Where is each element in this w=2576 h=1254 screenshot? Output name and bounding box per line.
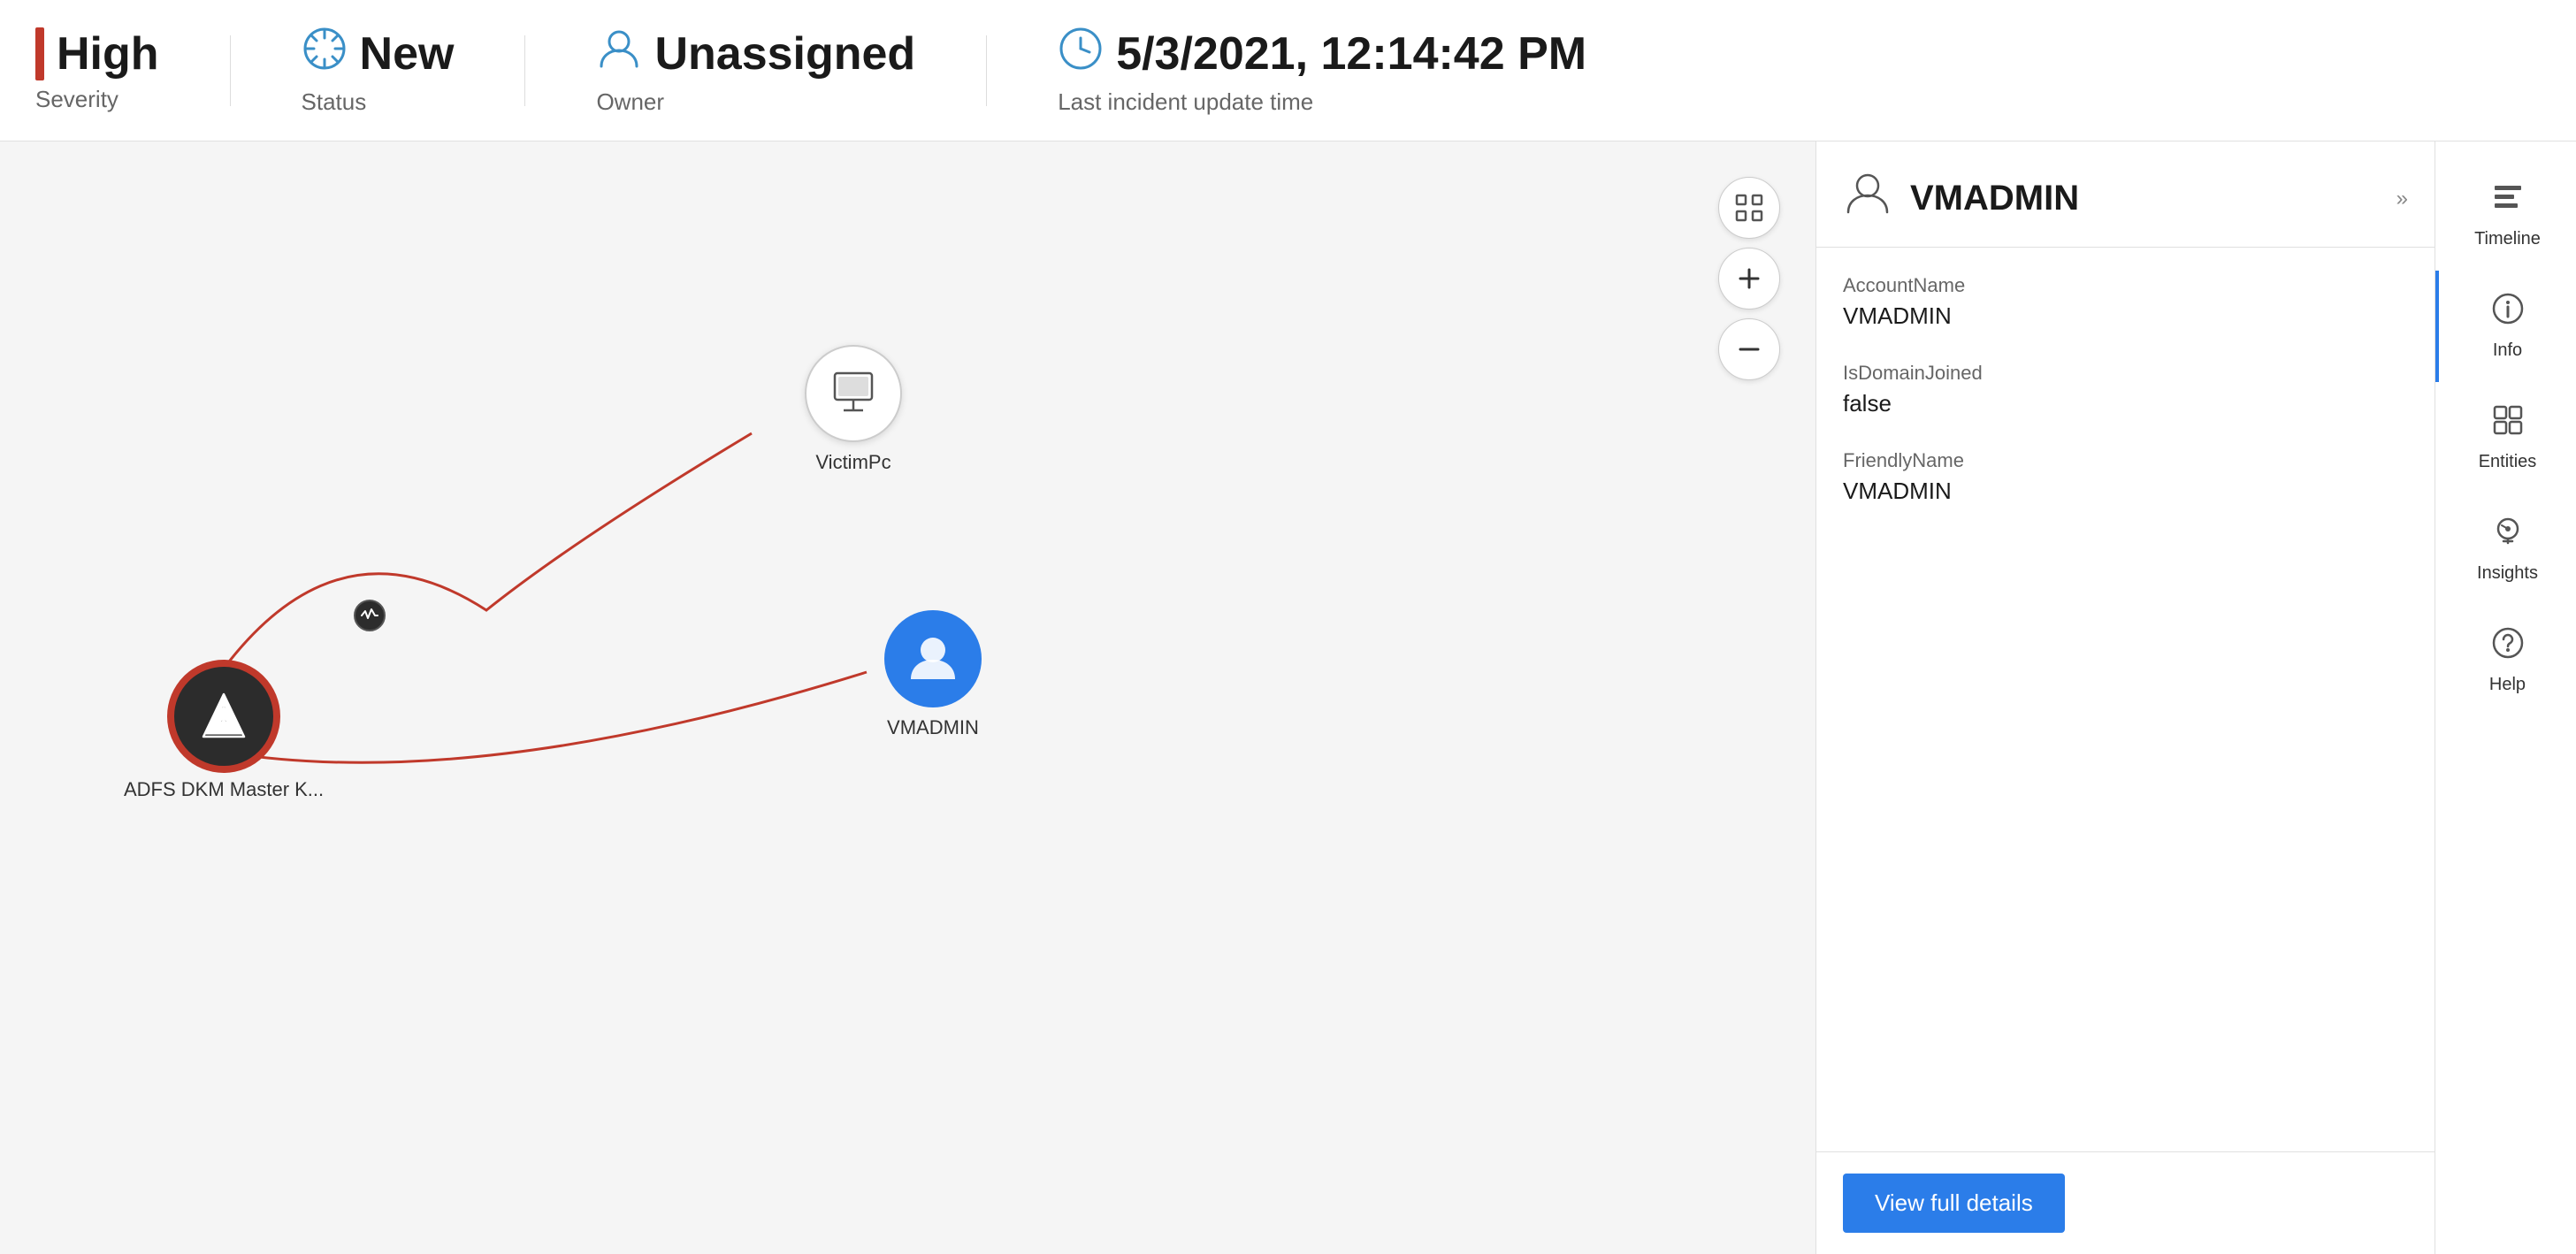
- status-sub: Status: [302, 88, 455, 116]
- owner-item: Unassigned Owner: [596, 26, 915, 116]
- sidebar-entities-label: Entities: [2479, 452, 2537, 472]
- sidebar-info-label: Info: [2493, 340, 2522, 361]
- vmadmin-node-label: VMADMIN: [887, 716, 979, 739]
- sidebar-item-help[interactable]: Help: [2435, 605, 2576, 716]
- time-item: 5/3/2021, 12:14:42 PM Last incident upda…: [1058, 26, 1586, 116]
- timeline-icon: [2491, 180, 2525, 222]
- time-label: 5/3/2021, 12:14:42 PM: [1116, 27, 1586, 80]
- help-icon: [2491, 626, 2525, 668]
- owner-sub: Owner: [596, 88, 915, 116]
- severity-label: High: [57, 27, 159, 80]
- panel-field-accountname-value: VMADMIN: [1843, 302, 2408, 330]
- sidebar-insights-label: Insights: [2477, 563, 2538, 584]
- activity-node: [354, 600, 386, 631]
- panel-field-accountname: AccountName VMADMIN: [1843, 274, 2408, 330]
- sidebar-timeline-label: Timeline: [2474, 229, 2541, 249]
- victimpc-node-label: VictimPc: [815, 451, 891, 474]
- clock-icon: [1058, 26, 1104, 83]
- zoom-out-button[interactable]: [1718, 318, 1780, 380]
- panel-field-friendlyname-label: FriendlyName: [1843, 449, 2408, 472]
- header-divider-1: [230, 35, 231, 106]
- sidebar-item-entities[interactable]: Entities: [2435, 382, 2576, 493]
- panel-field-isdomainjoined-label: IsDomainJoined: [1843, 362, 2408, 385]
- panel-field-friendlyname-value: VMADMIN: [1843, 478, 2408, 505]
- main-content: ADFS DKM Master K... VictimPc: [0, 141, 2576, 1254]
- sidebar-item-info[interactable]: Info: [2435, 271, 2576, 382]
- severity-bar: [35, 27, 44, 80]
- vmadmin-node[interactable]: VMADMIN: [884, 610, 982, 739]
- graph-controls: [1718, 177, 1780, 380]
- severity-sub: Severity: [35, 86, 159, 113]
- panel-header: VMADMIN »: [1816, 141, 2435, 248]
- status-icon: [302, 26, 348, 83]
- panel-user-icon: [1843, 168, 1892, 229]
- panel-field-friendlyname: FriendlyName VMADMIN: [1843, 449, 2408, 505]
- panel-content: AccountName VMADMIN IsDomainJoined false…: [1816, 248, 2435, 1151]
- status-item: New Status: [302, 26, 455, 116]
- insights-icon: [2491, 515, 2525, 556]
- alert-node-label: ADFS DKM Master K...: [124, 778, 324, 801]
- fit-view-button[interactable]: [1718, 177, 1780, 239]
- panel-title: VMADMIN: [1910, 179, 2079, 218]
- panel-field-isdomainjoined: IsDomainJoined false: [1843, 362, 2408, 417]
- header-divider-2: [524, 35, 525, 106]
- zoom-in-button[interactable]: [1718, 248, 1780, 310]
- victimpc-node[interactable]: VictimPc: [805, 345, 902, 474]
- sidebar-item-timeline[interactable]: Timeline: [2435, 159, 2576, 271]
- owner-icon: [596, 26, 642, 83]
- panel-expand-button[interactable]: »: [2396, 187, 2408, 211]
- info-icon: [2491, 292, 2525, 333]
- entities-icon: [2491, 403, 2525, 445]
- panel-field-isdomainjoined-value: false: [1843, 390, 2408, 417]
- view-full-details-button[interactable]: View full details: [1843, 1174, 2065, 1233]
- sidebar-help-label: Help: [2489, 675, 2526, 695]
- side-nav: Timeline Info Entities: [2435, 141, 2576, 1254]
- status-label: New: [360, 27, 455, 80]
- header: High Severity New Status: [0, 0, 2576, 141]
- severity-item: High Severity: [35, 27, 159, 113]
- sidebar-item-insights[interactable]: Insights: [2435, 493, 2576, 605]
- owner-label: Unassigned: [654, 27, 915, 80]
- panel-field-accountname-label: AccountName: [1843, 274, 2408, 297]
- right-panel: VMADMIN » AccountName VMADMIN IsDomainJo…: [1815, 141, 2435, 1254]
- time-sub: Last incident update time: [1058, 88, 1586, 116]
- alert-node[interactable]: ADFS DKM Master K...: [124, 663, 324, 801]
- panel-footer: View full details: [1816, 1151, 2435, 1254]
- graph-area[interactable]: ADFS DKM Master K... VictimPc: [0, 141, 1815, 1254]
- header-divider-3: [986, 35, 987, 106]
